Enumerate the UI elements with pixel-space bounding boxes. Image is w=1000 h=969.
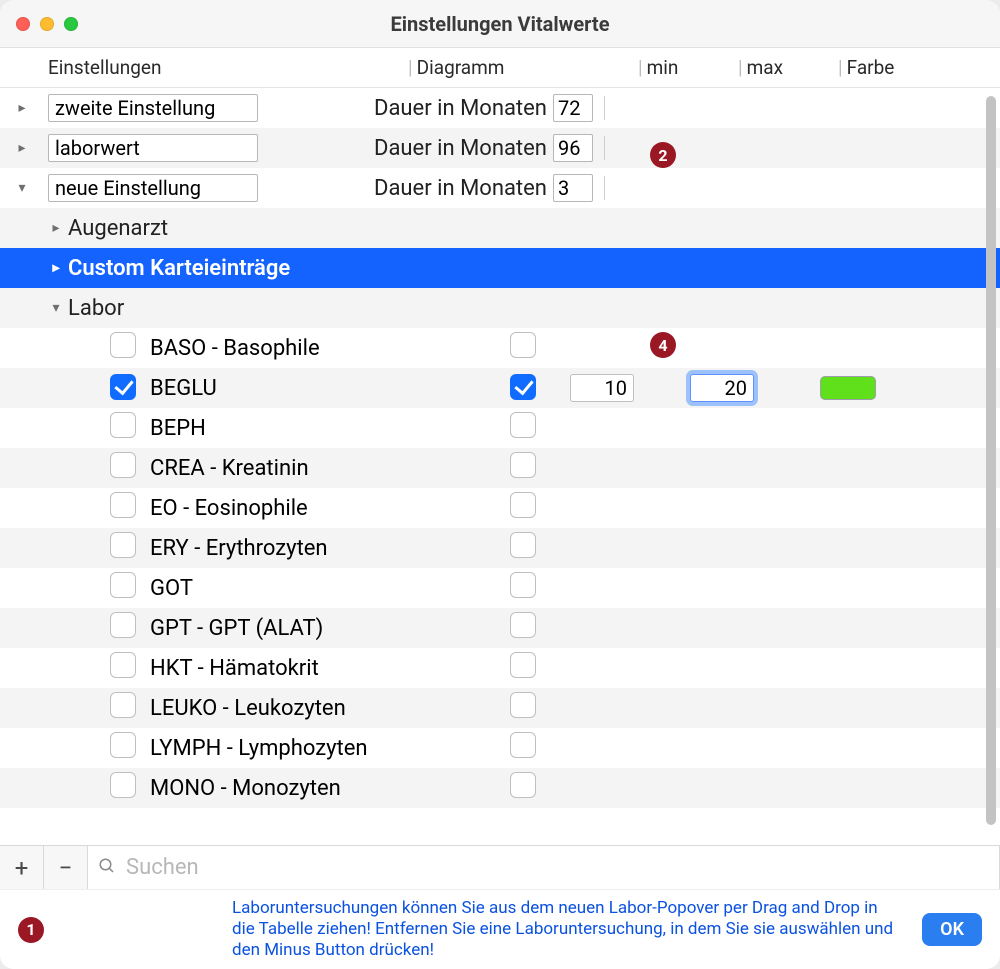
annotation-4: 4 (650, 332, 676, 358)
chevron-down-icon[interactable]: ▾ (14, 180, 30, 196)
diagram-checkbox[interactable] (510, 772, 536, 798)
diagram-checkbox[interactable] (510, 452, 536, 478)
months-input[interactable] (553, 174, 593, 202)
months-input[interactable] (553, 94, 593, 122)
search-icon (98, 857, 116, 879)
lab-label: BEGLU (150, 376, 510, 401)
lab-row[interactable]: BEPH (0, 408, 1000, 448)
ok-button[interactable]: OK (922, 913, 982, 946)
section-row[interactable]: ▸ Custom Karteieinträge (0, 248, 1000, 288)
lab-label: MONO - Monozyten (150, 776, 510, 801)
min-input[interactable]: 10 (570, 374, 634, 402)
setting-row[interactable]: ▾ Dauer in Monaten (0, 168, 1000, 208)
annotation-2: 2 (650, 142, 676, 168)
lab-row[interactable]: GPT - GPT (ALAT) (0, 608, 1000, 648)
lab-row[interactable]: LYMPH - Lymphozyten (0, 728, 1000, 768)
chevron-right-icon[interactable]: ▸ (14, 140, 30, 156)
max-input[interactable]: 20 (690, 374, 754, 402)
enable-checkbox[interactable] (110, 452, 136, 478)
titlebar: Einstellungen Vitalwerte (0, 0, 1000, 48)
settings-window: Einstellungen Vitalwerte Einstellungen |… (0, 0, 1000, 969)
enable-checkbox[interactable] (110, 332, 136, 358)
lab-label: LYMPH - Lymphozyten (150, 736, 510, 761)
lab-label: HKT - Hämatokrit (150, 656, 510, 681)
col-max[interactable]: |max (738, 56, 838, 79)
lab-row[interactable]: CREA - Kreatinin (0, 448, 1000, 488)
setting-name-input[interactable] (48, 174, 258, 202)
enable-checkbox[interactable] (110, 732, 136, 758)
col-einstellungen[interactable]: Einstellungen (48, 56, 408, 79)
diagram-checkbox[interactable] (510, 572, 536, 598)
col-diagramm[interactable]: |Diagramm (408, 56, 638, 79)
diagram-label: Dauer in Monaten (374, 136, 547, 161)
setting-row[interactable]: ▸ Dauer in Monaten (0, 88, 1000, 128)
section-label: Augenarzt (68, 216, 1000, 241)
lab-row[interactable]: HKT - Hämatokrit (0, 648, 1000, 688)
lab-label: ERY - Erythrozyten (150, 536, 510, 561)
search-input[interactable] (124, 854, 989, 881)
lab-label: GPT - GPT (ALAT) (150, 616, 510, 641)
toolbar: + − (0, 845, 1000, 889)
annotation-1: 1 (18, 917, 44, 943)
lab-row[interactable]: BEGLU 10 20 34 (0, 368, 1000, 408)
setting-name-input[interactable] (48, 134, 258, 162)
enable-checkbox[interactable] (110, 612, 136, 638)
scrollbar[interactable] (986, 96, 996, 825)
add-button[interactable]: + (0, 846, 44, 889)
enable-checkbox[interactable] (110, 412, 136, 438)
diagram-checkbox[interactable] (510, 692, 536, 718)
tree-body: ▸ Dauer in Monaten ▸ Dauer in Monaten 2▾… (0, 88, 1000, 845)
search-field[interactable] (88, 846, 1000, 889)
color-swatch[interactable] (820, 376, 876, 400)
footer-hint: Laboruntersuchungen können Sie aus dem n… (62, 898, 904, 962)
lab-label: CREA - Kreatinin (150, 456, 510, 481)
chevron-down-icon[interactable]: ▾ (48, 300, 64, 316)
lab-row[interactable]: BASO - Basophile (0, 328, 1000, 368)
lab-row[interactable]: LEUKO - Leukozyten (0, 688, 1000, 728)
lab-row[interactable]: EO - Eosinophile (0, 488, 1000, 528)
enable-checkbox[interactable] (110, 374, 136, 400)
section-label: Custom Karteieinträge (68, 256, 1000, 281)
section-row[interactable]: ▸ Augenarzt (0, 208, 1000, 248)
diagram-label: Dauer in Monaten (374, 96, 547, 121)
chevron-right-icon[interactable]: ▸ (48, 220, 64, 236)
lab-row[interactable]: ERY - Erythrozyten (0, 528, 1000, 568)
enable-checkbox[interactable] (110, 652, 136, 678)
lab-label: LEUKO - Leukozyten (150, 696, 510, 721)
chevron-right-icon[interactable]: ▸ (14, 100, 30, 116)
setting-row[interactable]: ▸ Dauer in Monaten (0, 128, 1000, 168)
window-title: Einstellungen Vitalwerte (0, 12, 1000, 36)
enable-checkbox[interactable] (110, 772, 136, 798)
enable-checkbox[interactable] (110, 692, 136, 718)
diagram-checkbox[interactable] (510, 532, 536, 558)
diagram-label: Dauer in Monaten (374, 176, 547, 201)
lab-row[interactable]: MONO - Monozyten (0, 768, 1000, 808)
enable-checkbox[interactable] (110, 532, 136, 558)
section-row[interactable]: ▾ Labor (0, 288, 1000, 328)
diagram-checkbox[interactable] (510, 732, 536, 758)
section-label: Labor (68, 296, 1000, 321)
diagram-checkbox[interactable] (510, 492, 536, 518)
remove-button[interactable]: − (44, 846, 88, 889)
setting-name-input[interactable] (48, 94, 258, 122)
chevron-right-icon[interactable]: ▸ (48, 260, 64, 276)
lab-label: GOT (150, 576, 510, 601)
diagram-checkbox[interactable] (510, 332, 536, 358)
diagram-checkbox[interactable] (510, 412, 536, 438)
lab-label: EO - Eosinophile (150, 496, 510, 521)
col-min[interactable]: |min (638, 56, 738, 79)
diagram-checkbox[interactable] (510, 612, 536, 638)
lab-label: BASO - Basophile (150, 336, 510, 361)
column-headers: Einstellungen |Diagramm |min |max |Farbe (0, 48, 1000, 88)
enable-checkbox[interactable] (110, 492, 136, 518)
footer: 1 Laboruntersuchungen können Sie aus dem… (0, 889, 1000, 969)
lab-label: BEPH (150, 416, 510, 441)
diagram-checkbox[interactable] (510, 374, 536, 400)
months-input[interactable] (553, 134, 593, 162)
col-farbe[interactable]: |Farbe (838, 56, 958, 79)
diagram-checkbox[interactable] (510, 652, 536, 678)
lab-row[interactable]: GOT (0, 568, 1000, 608)
enable-checkbox[interactable] (110, 572, 136, 598)
